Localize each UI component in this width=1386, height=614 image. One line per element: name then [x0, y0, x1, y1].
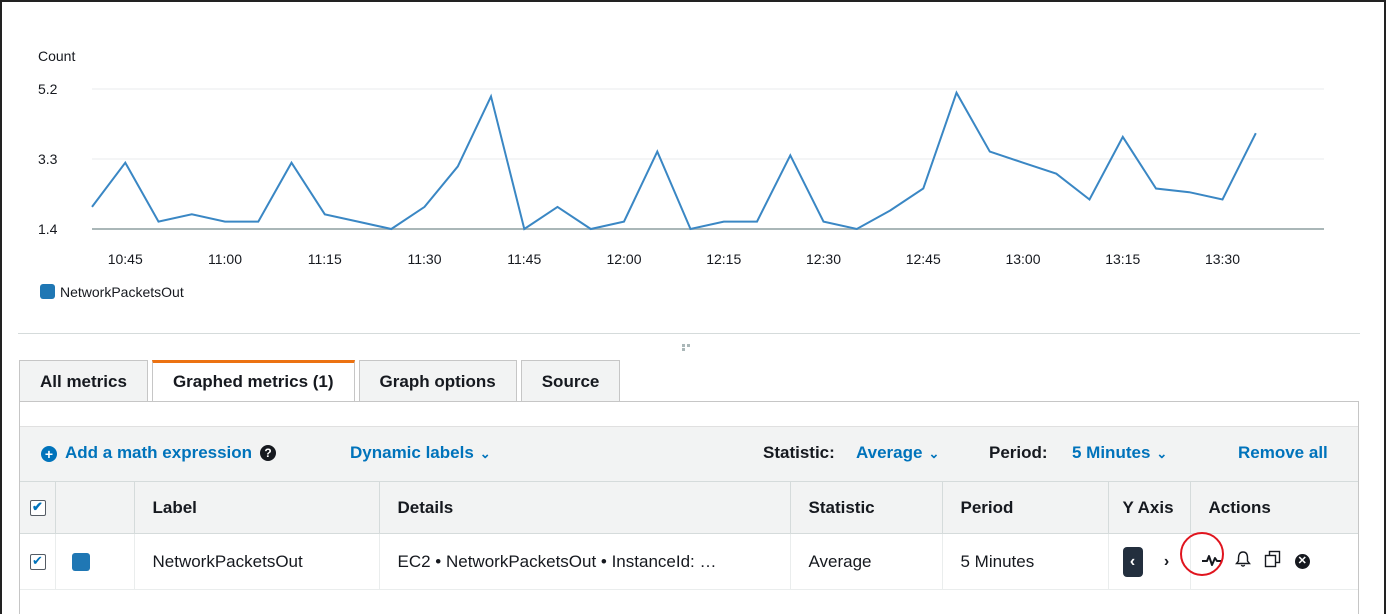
- graph-divider: [18, 333, 1360, 334]
- statistic-header: Statistic: [790, 481, 943, 534]
- highlight-circle: [1180, 532, 1224, 576]
- chevron-down-icon: ⌄: [479, 446, 491, 461]
- y-tick-label: 3.3: [38, 151, 58, 167]
- period-header: Period: [942, 481, 1109, 534]
- legend-label: NetworkPacketsOut: [60, 284, 184, 300]
- duplicate-icon[interactable]: [1264, 550, 1282, 573]
- x-tick-label: 13:00: [1005, 251, 1040, 267]
- color-header: [55, 481, 135, 534]
- series-line: [91, 90, 1257, 231]
- table-header-row: Label Details Statistic Period Y Axis Ac…: [20, 481, 1358, 534]
- yaxis-header: Y Axis: [1108, 481, 1191, 534]
- x-tick-label: 12:15: [706, 251, 741, 267]
- y-tick-label: 5.2: [38, 81, 58, 97]
- row-select-cell: [20, 533, 56, 590]
- period-dropdown[interactable]: 5 Minutes ⌄: [1072, 443, 1167, 463]
- row-checkbox[interactable]: [30, 553, 46, 571]
- period-value: 5 Minutes: [1072, 443, 1151, 462]
- x-tick-label: 13:30: [1205, 251, 1240, 267]
- row-statistic[interactable]: Average: [790, 533, 943, 590]
- period-label: Period:: [989, 443, 1048, 462]
- tab-graphed-metrics[interactable]: Graphed metrics (1): [151, 360, 355, 402]
- series-color-swatch[interactable]: [71, 553, 90, 572]
- dynamic-labels-label: Dynamic labels: [350, 443, 474, 462]
- table-row: NetworkPacketsOut EC2 • NetworkPacketsOu…: [20, 533, 1358, 590]
- x-tick-label: 11:30: [408, 251, 442, 267]
- row-details: EC2 • NetworkPacketsOut • InstanceId: …: [379, 533, 791, 590]
- chevron-left-icon[interactable]: ‹: [1122, 546, 1143, 577]
- metrics-graph: Count 1.4 3.3 5.2 10:45 11:00 11:15 11:30 11:45 1…: [2, 2, 1384, 334]
- row-period[interactable]: 5 Minutes: [942, 533, 1109, 590]
- yaxis-cell: ‹ ›: [1108, 533, 1191, 590]
- help-icon[interactable]: ?: [260, 445, 277, 461]
- x-tick-label: 10:45: [108, 251, 143, 267]
- statistic-value: Average: [856, 443, 923, 462]
- statistic-label: Statistic:: [763, 443, 835, 462]
- details-header: Details: [379, 481, 791, 534]
- x-tick-label: 11:00: [208, 251, 242, 267]
- tab-all-metrics[interactable]: All metrics: [19, 360, 148, 402]
- statistic-dropdown[interactable]: Average ⌄: [856, 443, 939, 463]
- remove-all-button[interactable]: Remove all: [1238, 443, 1328, 463]
- add-math-expression-button[interactable]: + Add a math expression?: [41, 443, 277, 463]
- y-axis-label: Count: [38, 48, 75, 64]
- x-tick-label: 13:15: [1105, 251, 1140, 267]
- add-circle-icon: +: [41, 446, 57, 462]
- add-math-label: Add a math expression: [65, 443, 253, 462]
- tab-source[interactable]: Source: [520, 360, 621, 402]
- bell-icon[interactable]: [1235, 550, 1252, 573]
- y-tick-label: 1.4: [38, 221, 58, 237]
- chevron-right-icon[interactable]: ›: [1157, 547, 1177, 577]
- row-label[interactable]: NetworkPacketsOut: [134, 533, 380, 590]
- tab-graph-options[interactable]: Graph options: [358, 360, 517, 402]
- graphed-metrics-panel: + Add a math expression? Dynamic labels ⌄ …: [19, 401, 1359, 614]
- tab-bar: All metrics Graphed metrics (1) Graph op…: [19, 360, 624, 402]
- metrics-toolbar: + Add a math expression? Dynamic labels ⌄ …: [20, 426, 1358, 481]
- x-tick-label: 11:45: [507, 251, 541, 267]
- select-all-checkbox[interactable]: [30, 499, 46, 517]
- close-icon[interactable]: ✕: [1294, 554, 1310, 569]
- select-all-header: [20, 481, 56, 534]
- metrics-table: Label Details Statistic Period Y Axis Ac…: [20, 481, 1358, 590]
- chevron-down-icon: ⌄: [928, 446, 940, 461]
- resize-handle[interactable]: [682, 343, 696, 351]
- dynamic-labels-dropdown[interactable]: Dynamic labels ⌄: [350, 443, 491, 463]
- label-header: Label: [134, 481, 380, 534]
- chevron-down-icon: ⌄: [1156, 446, 1168, 461]
- line-chart: Count 1.4 3.3 5.2 10:45 11:00 11:15 11:30 11:45 1…: [38, 48, 1324, 300]
- legend-swatch: [40, 284, 55, 299]
- actions-header: Actions: [1190, 481, 1358, 534]
- x-tick-label: 11:15: [308, 251, 342, 267]
- color-cell: [55, 533, 135, 590]
- x-tick-label: 12:30: [806, 251, 841, 267]
- x-tick-label: 12:00: [606, 251, 641, 267]
- x-tick-label: 12:45: [906, 251, 941, 267]
